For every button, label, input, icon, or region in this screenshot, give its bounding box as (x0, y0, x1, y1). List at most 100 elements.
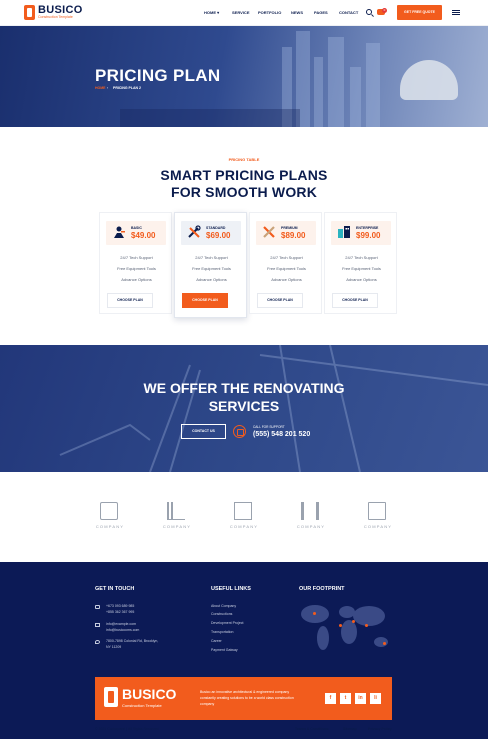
world-map-dots (301, 605, 388, 650)
plan-feature: Advance Options (271, 277, 302, 282)
footer-email2[interactable]: info@busicocms.com (106, 628, 139, 632)
footer-email1[interactable]: info@example.com (106, 622, 136, 626)
services-title-line2: SERVICES (208, 398, 280, 414)
breadcrumb-current: PRICING PLAN 2 (113, 86, 142, 90)
pricing-card-standard: STANDARD $69.00 24/7 Tech Support Free E… (174, 212, 247, 318)
breadcrumb-home[interactable]: HOME (95, 86, 106, 90)
plan-price: $69.00 (206, 231, 231, 240)
client-logo[interactable]: COMPANY (157, 502, 197, 532)
search-icon[interactable] (366, 9, 372, 15)
nav-home[interactable]: HOME ▾ (204, 10, 219, 15)
facebook-icon[interactable]: f (325, 693, 336, 704)
support-label: CALL FOR SUPPORT (253, 425, 285, 429)
phone-icon (233, 425, 246, 438)
map-marker-icon (352, 620, 355, 623)
building-shape (328, 37, 344, 127)
building-logo-icon (234, 502, 252, 520)
client-logo[interactable]: COMPANY (90, 502, 130, 532)
privacy-link[interactable]: Privacy Policy (368, 727, 392, 731)
contact-us-button[interactable]: CONTACT US (181, 424, 226, 439)
page-title: PRICING PLAN (95, 66, 221, 85)
footer-logo-tagline: Construction Template (122, 703, 162, 708)
plan-feature: 24/7 Tech Support (270, 255, 303, 260)
plan-price: $99.00 (356, 231, 381, 240)
footer-heading-contact: GET IN TOUCH (95, 586, 135, 592)
nav-home-label: HOME (204, 10, 216, 15)
nav-news[interactable]: NEWS (291, 10, 303, 15)
pricing-title-line1: SMART PRICING PLANS (160, 167, 328, 183)
footer-promo-text: Busico an innovative architectural & eng… (200, 690, 294, 706)
building-shape (314, 57, 323, 127)
map-marker-icon (365, 624, 368, 627)
pricing-card-premium: PREMIUM $89.00 24/7 Tech Support Free Eq… (249, 212, 322, 314)
footer-phone2[interactable]: +855 362 367 995 (106, 610, 134, 614)
email-icon (95, 623, 100, 627)
client-logo[interactable]: COMPANY (358, 502, 398, 532)
logo-icon[interactable] (24, 5, 35, 20)
sitemap-link[interactable]: Sitemap (343, 727, 357, 731)
twitter-icon[interactable]: t (340, 693, 351, 704)
choose-plan-button[interactable]: CHOOSE PLAN (182, 293, 228, 308)
services-title-line1: WE OFFER THE RENOVATING (143, 380, 345, 396)
plan-feature: 24/7 Tech Support (120, 255, 153, 260)
footer-link[interactable]: Constructions (211, 612, 232, 616)
client-name: COMPANY (95, 524, 125, 529)
footer-logo-name: BUSICO (122, 686, 177, 702)
choose-plan-button[interactable]: CHOOSE PLAN (107, 293, 153, 308)
nav-service[interactable]: SERVICE (232, 10, 250, 15)
plan-name: ENTERPRISE (356, 226, 379, 230)
footer-link[interactable]: Transportation (211, 630, 233, 634)
worker-tools-icon (114, 226, 125, 238)
plan-price: $49.00 (131, 231, 156, 240)
plan-feature: Advance Options (196, 277, 227, 282)
hamburger-menu-icon[interactable] (452, 10, 460, 15)
support-phone[interactable]: (555) 548 201 520 (253, 431, 310, 438)
tower-logo-icon (301, 502, 319, 520)
building-shape (350, 67, 361, 127)
footer-link[interactable]: Development Project (211, 621, 244, 625)
footer-address1: 7800-7898 Colonial Rd, Brooklyn, (106, 639, 159, 643)
plan-feature: Advance Options (121, 277, 152, 282)
plan-name: PREMIUM (281, 226, 298, 230)
map-marker-icon (339, 624, 342, 627)
crossed-tools-icon (263, 226, 275, 238)
choose-plan-button[interactable]: CHOOSE PLAN (257, 293, 303, 308)
choose-plan-button[interactable]: CHOOSE PLAN (332, 293, 378, 308)
plan-feature: Free Equipment Tools (267, 266, 306, 271)
client-name: COMPANY (162, 524, 192, 529)
footer-link[interactable]: Payment Gatway (211, 648, 238, 652)
get-free-quote-button[interactable]: GET FREE QUOTE (397, 5, 442, 20)
client-name: COMPANY (229, 524, 259, 529)
wrench-screwdriver-icon (188, 225, 201, 238)
terms-link[interactable]: Teams & Conditions (295, 727, 329, 731)
location-icon (95, 640, 100, 644)
footer-heading-links: USEFUL LINKS (211, 586, 251, 592)
logo-tagline: Construction Template (38, 15, 73, 19)
cart-count-badge: 0 (382, 8, 387, 13)
plan-feature: 24/7 Tech Support (345, 255, 378, 260)
card-header: STANDARD $69.00 (181, 221, 241, 245)
services-title: WE OFFER THE RENOVATING SERVICES (0, 379, 488, 415)
site-header: BUSICO Construction Template HOME ▾ SERV… (0, 0, 488, 26)
instagram-icon[interactable]: in (355, 693, 366, 704)
linkedin-icon[interactable]: li (370, 693, 381, 704)
nav-pages[interactable]: PAGES (314, 10, 328, 15)
card-header: ENTERPRISE $99.00 (331, 221, 391, 245)
plan-feature: Free Equipment Tools (117, 266, 156, 271)
house-logo-icon (100, 502, 118, 520)
nav-contact[interactable]: CONTACT (339, 10, 358, 15)
card-header: BASIC $49.00 (106, 221, 166, 245)
pricing-card-enterprise: ENTERPRISE $99.00 24/7 Tech Support Free… (324, 212, 397, 314)
client-name: COMPANY (363, 524, 393, 529)
pricing-card-basic: BASIC $49.00 24/7 Tech Support Free Equi… (99, 212, 172, 314)
client-logo[interactable]: COMPANY (224, 502, 264, 532)
footer-link[interactable]: About Company (211, 604, 236, 608)
footer-phone1[interactable]: +673 093 689 985 (106, 604, 134, 608)
client-logo[interactable]: COMPANY (291, 502, 331, 532)
map-marker-icon (383, 642, 386, 645)
footer-link[interactable]: Career (211, 639, 222, 643)
plan-feature: 24/7 Tech Support (195, 255, 228, 260)
footer-heading-footprint: OUR FOOTPRINT (299, 586, 345, 592)
world-map (297, 598, 392, 656)
nav-portfolio[interactable]: PORTFOLIO (258, 10, 281, 15)
